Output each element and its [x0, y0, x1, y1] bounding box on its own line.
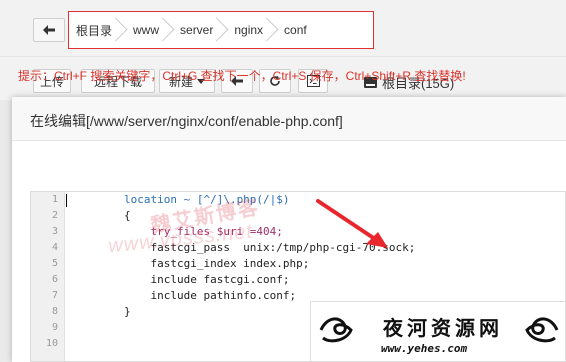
dialog-title: 在线编辑[/www/server/nginx/conf/enable-php.c…: [12, 97, 566, 141]
line-number: 8: [51, 306, 58, 317]
stamp-url: www.yehes.com: [381, 342, 468, 355]
path-bar: 根目录 www server nginx conf: [0, 0, 566, 56]
breadcrumb-item-www[interactable]: www: [128, 17, 175, 43]
text-cursor: [66, 194, 67, 207]
breadcrumb-item-nginx[interactable]: nginx: [229, 17, 279, 43]
code-line[interactable]: fastcgi_index index.php;: [71, 256, 561, 272]
arrow-left-icon: [43, 25, 55, 35]
stamp-title: 夜河资源网: [383, 316, 503, 340]
shortcut-tip: 提示：Ctrl+F 搜索关键字，Ctrl+G 查找下一个，Ctrl+S 保存，C…: [18, 69, 466, 83]
line-number-gutter: 1 2 3 4 5 6 7 8 9 10: [31, 192, 65, 361]
line-number: 7: [51, 290, 58, 301]
back-button[interactable]: [33, 18, 65, 42]
breadcrumb-item-conf[interactable]: conf: [279, 17, 323, 43]
ornament-swirl-icon: [319, 317, 353, 343]
line-number: 3: [51, 226, 58, 237]
breadcrumb: 根目录 www server nginx conf: [68, 11, 374, 49]
ornament-swirl-icon: [525, 317, 559, 343]
line-number: 5: [51, 258, 58, 269]
line-number: 2: [51, 210, 58, 221]
site-stamp-logo: 夜河资源网 www.yehes.com: [310, 301, 566, 362]
line-number: 10: [45, 338, 58, 349]
code-line[interactable]: include fastcgi.conf;: [71, 272, 561, 288]
line-number: 6: [51, 274, 58, 285]
line-number: 1: [51, 194, 58, 205]
code-line[interactable]: {: [71, 208, 561, 224]
line-number: 9: [51, 322, 58, 333]
code-line[interactable]: location ~ [^/]\.php(/|$): [71, 192, 561, 208]
breadcrumb-item-server[interactable]: server: [175, 17, 229, 43]
line-number: 4: [51, 242, 58, 253]
breadcrumb-item-root[interactable]: 根目录: [71, 17, 128, 43]
